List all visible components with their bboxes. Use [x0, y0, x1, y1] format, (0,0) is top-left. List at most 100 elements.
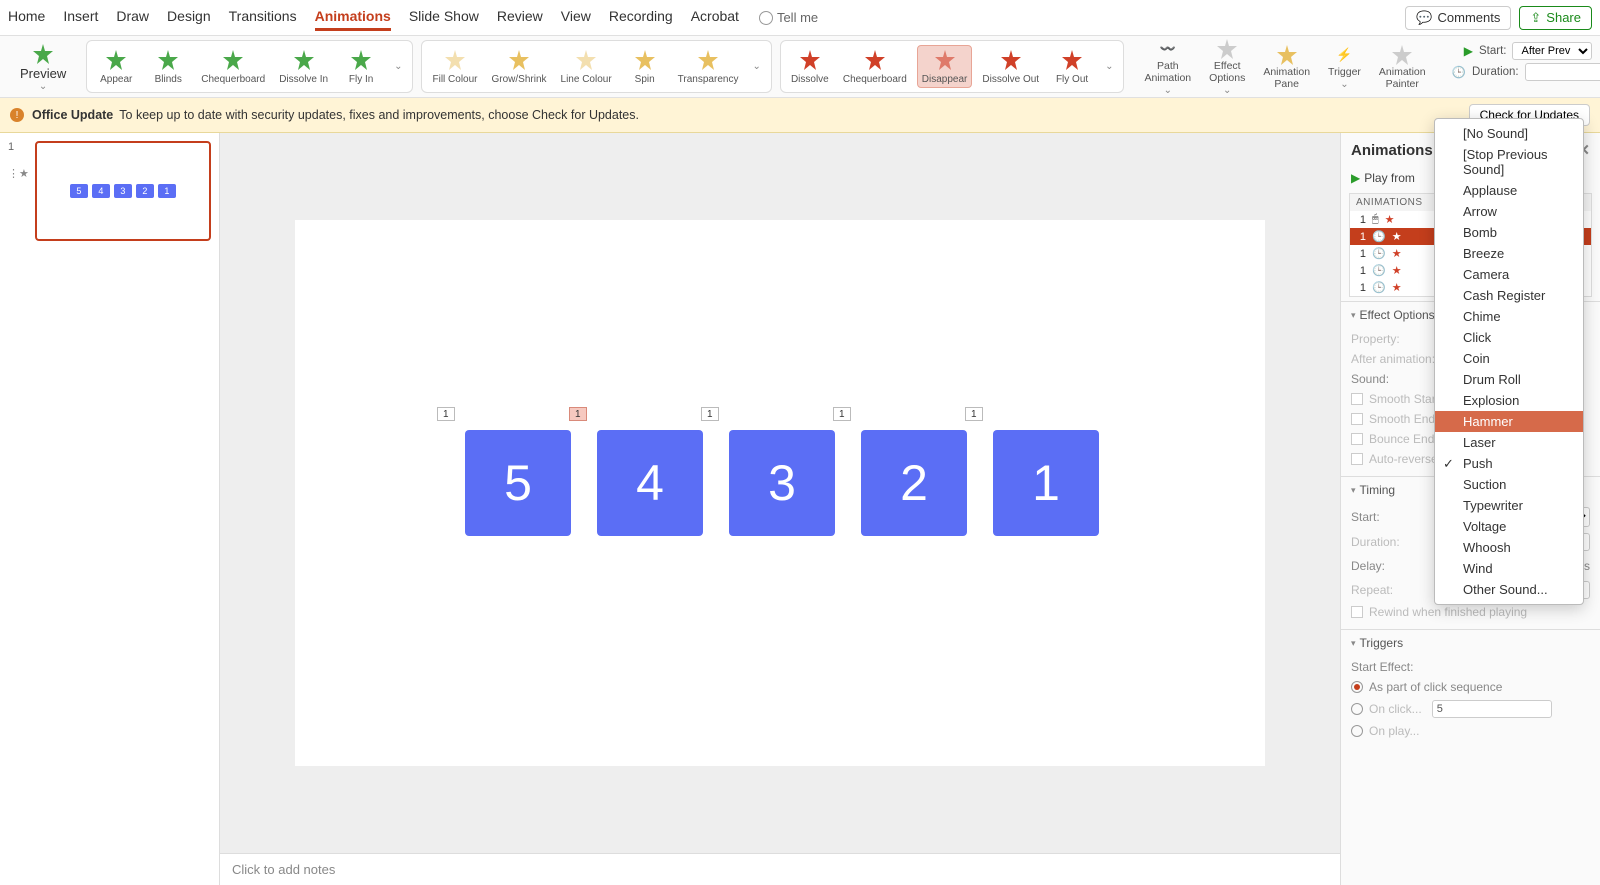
tab-slideshow[interactable]: Slide Show [409, 4, 479, 31]
anim-tag-2[interactable]: 1 [569, 407, 587, 421]
effect-options-icon [1215, 37, 1239, 61]
tab-transitions[interactable]: Transitions [229, 4, 297, 31]
effect-dissolve-in[interactable]: Dissolve In [275, 46, 332, 87]
pane-title: Animations [1351, 142, 1433, 159]
sound-option[interactable]: Cash Register [1435, 285, 1583, 306]
tab-acrobat[interactable]: Acrobat [691, 4, 739, 31]
chevron-down-icon[interactable]: ⌄ [35, 81, 51, 92]
tab-home[interactable]: Home [8, 4, 45, 31]
effect-blinds[interactable]: Blinds [145, 46, 191, 87]
trigger-radio-onplay[interactable] [1351, 725, 1363, 737]
box-4[interactable]: 4 [597, 430, 703, 536]
effect-exit-chequerboard[interactable]: Chequerboard [839, 46, 911, 87]
anim-tag-4[interactable]: 1 [833, 407, 851, 421]
effect-line-colour[interactable]: Line Colour [557, 46, 616, 87]
effect-transparency[interactable]: Transparency [674, 46, 743, 87]
sound-option[interactable]: Drum Roll [1435, 369, 1583, 390]
effect-appear[interactable]: Appear [93, 46, 139, 87]
smooth-end-checkbox [1351, 413, 1363, 425]
sound-dropdown[interactable]: [No Sound][Stop Previous Sound]ApplauseA… [1434, 118, 1584, 605]
bounce-end-checkbox [1351, 433, 1363, 445]
sound-option[interactable]: Laser [1435, 432, 1583, 453]
animation-painter-button[interactable]: AnimationPainter [1373, 41, 1432, 92]
tab-review[interactable]: Review [497, 4, 543, 31]
tab-insert[interactable]: Insert [63, 4, 98, 31]
tab-recording[interactable]: Recording [609, 4, 673, 31]
triggers-header[interactable]: Triggers [1341, 630, 1600, 656]
notes-area[interactable]: Click to add notes [220, 853, 1340, 885]
sound-option[interactable]: Wind [1435, 558, 1583, 579]
anim-tag-5[interactable]: 1 [965, 407, 983, 421]
tab-design[interactable]: Design [167, 4, 211, 31]
sound-option[interactable]: Voltage [1435, 516, 1583, 537]
tab-view[interactable]: View [561, 4, 591, 31]
trigger-radio-onclick[interactable] [1351, 703, 1363, 715]
trigger-radio-sequence[interactable] [1351, 681, 1363, 693]
exit-more-chevron[interactable]: ⌄ [1101, 61, 1117, 72]
slide-thumbnail-1[interactable]: 5 4 3 2 1 [35, 141, 211, 241]
slide-editor: 15 14 13 12 11 Click to add notes [220, 133, 1340, 885]
tell-me-search[interactable]: Tell me [759, 10, 818, 25]
sound-option[interactable]: Explosion [1435, 390, 1583, 411]
anim-tag-1[interactable]: 1 [437, 407, 455, 421]
preview-button[interactable]: Preview ⌄ [14, 40, 72, 94]
clock-icon: 🕒 [1372, 281, 1386, 294]
effect-grow-shrink[interactable]: Grow/Shrink [488, 46, 551, 87]
sound-option[interactable]: Suction [1435, 474, 1583, 495]
sound-option[interactable]: Push [1435, 453, 1583, 474]
sound-option[interactable]: Click [1435, 327, 1583, 348]
sound-option[interactable]: Breeze [1435, 243, 1583, 264]
update-notice-bar: ! Office Update To keep up to date with … [0, 98, 1600, 133]
trigger-button[interactable]: ⚡Trigger⌄ [1322, 41, 1367, 92]
effect-fill-colour[interactable]: Fill Colour [428, 46, 481, 87]
sound-option[interactable]: Other Sound... [1435, 579, 1583, 600]
effect-chequerboard[interactable]: Chequerboard [197, 46, 269, 87]
effect-options-button[interactable]: EffectOptions⌄ [1203, 35, 1251, 97]
share-label: Share [1546, 10, 1581, 25]
exit-star-icon: ★ [1392, 264, 1402, 277]
box-2[interactable]: 2 [861, 430, 967, 536]
emphasis-more-chevron[interactable]: ⌄ [748, 61, 764, 72]
sound-option[interactable]: Hammer [1435, 411, 1583, 432]
emphasis-effects-group: Fill Colour Grow/Shrink Line Colour Spin… [421, 40, 771, 93]
comments-button[interactable]: 💬 Comments [1405, 6, 1511, 30]
trigger-icon: ⚡ [1332, 43, 1356, 67]
sound-option[interactable]: Typewriter [1435, 495, 1583, 516]
comment-icon: 💬 [1416, 10, 1432, 26]
anim-tag-3[interactable]: 1 [701, 407, 719, 421]
effect-spin[interactable]: Spin [622, 46, 668, 87]
start-select[interactable]: After Previous [1512, 42, 1592, 60]
tell-me-label: Tell me [777, 10, 818, 25]
entrance-more-chevron[interactable]: ⌄ [390, 61, 406, 72]
sound-option[interactable]: [Stop Previous Sound] [1435, 144, 1583, 180]
sound-option[interactable]: Whoosh [1435, 537, 1583, 558]
sound-option[interactable]: Camera [1435, 264, 1583, 285]
sound-option[interactable]: [No Sound] [1435, 123, 1583, 144]
sound-option[interactable]: Bomb [1435, 222, 1583, 243]
sound-option[interactable]: Chime [1435, 306, 1583, 327]
box-5[interactable]: 5 [465, 430, 571, 536]
sound-option[interactable]: Applause [1435, 180, 1583, 201]
timing-group: ▶ Start: After Previous 🕒 Duration: [1446, 40, 1600, 93]
effect-fly-in[interactable]: Fly In [338, 46, 384, 87]
box-3[interactable]: 3 [729, 430, 835, 536]
sound-label: Sound: [1351, 372, 1389, 386]
tab-draw[interactable]: Draw [116, 4, 149, 31]
animation-pane-button[interactable]: AnimationPane [1257, 41, 1316, 92]
effect-dissolve[interactable]: Dissolve [787, 46, 833, 87]
thumb-anim-icon: ⋮★ [8, 167, 29, 180]
slide-canvas[interactable]: 15 14 13 12 11 [295, 220, 1265, 766]
effect-fly-out[interactable]: Fly Out [1049, 46, 1095, 87]
sound-option[interactable]: Coin [1435, 348, 1583, 369]
tab-animations[interactable]: Animations [315, 4, 391, 31]
share-button[interactable]: ⇪ Share [1519, 6, 1592, 30]
ribbon: Preview ⌄ Appear Blinds Chequerboard Dis… [0, 36, 1600, 98]
triggers-section: Triggers Start Effect: As part of click … [1341, 629, 1600, 748]
sound-option[interactable]: Arrow [1435, 201, 1583, 222]
effect-dissolve-out[interactable]: Dissolve Out [978, 46, 1043, 87]
box-1[interactable]: 1 [993, 430, 1099, 536]
path-animation-button[interactable]: 〰️PathAnimation⌄ [1138, 35, 1197, 97]
duration-input[interactable] [1525, 63, 1600, 81]
clock-icon: 🕒 [1372, 247, 1386, 260]
effect-disappear[interactable]: Disappear [917, 45, 973, 88]
